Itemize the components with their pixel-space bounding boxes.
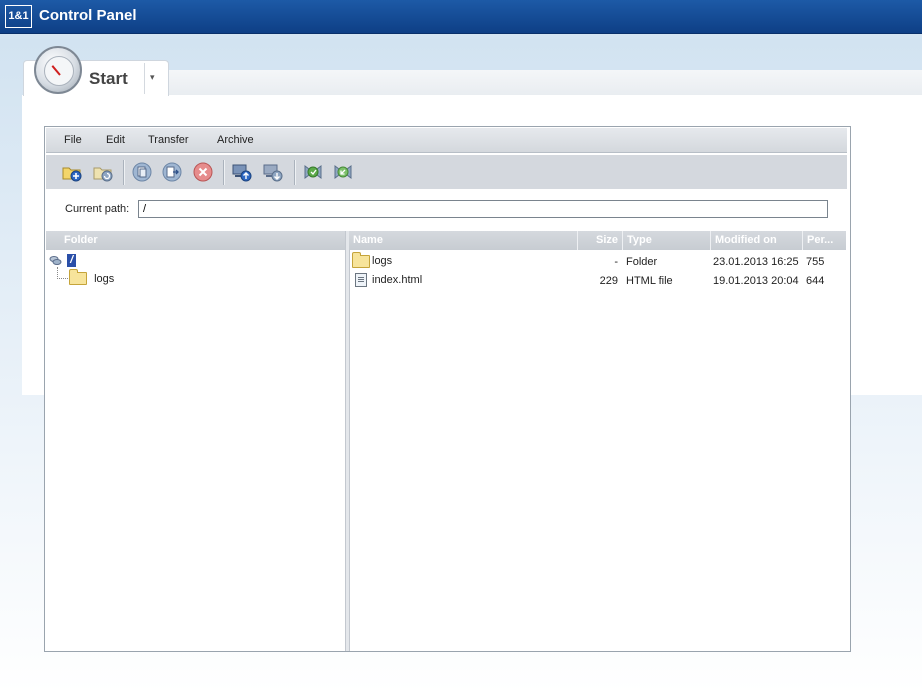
menu-file[interactable]: File (64, 134, 82, 146)
file-size: - (614, 256, 618, 268)
toolbar (46, 155, 847, 189)
tree-item-label: logs (94, 272, 115, 285)
folder-icon (69, 269, 87, 285)
toolbar-separator (123, 160, 125, 185)
file-modified: 19.01.2013 20:04 (713, 275, 799, 287)
new-folder-icon[interactable] (62, 162, 82, 182)
files-panel-header: Name Size Type Modified on Per... (349, 231, 846, 250)
copy-icon[interactable] (132, 162, 152, 182)
file-permissions: 755 (806, 256, 825, 268)
tree-root-label[interactable]: / (67, 254, 77, 267)
folder-column-header: Folder (64, 234, 98, 246)
file-row-index-html[interactable]: index.html 229 HTML file 19.01.2013 20:0… (350, 272, 845, 291)
toolbar-separator (294, 160, 296, 185)
panel-splitter[interactable] (345, 231, 350, 651)
tab-divider (144, 63, 145, 94)
menu-transfer[interactable]: Transfer (148, 134, 189, 146)
col-header-permissions[interactable]: Per... (803, 231, 846, 250)
top-bar: 1&1 Control Panel (0, 0, 922, 34)
file-type: Folder (626, 256, 658, 268)
tab-start-label[interactable]: Start (89, 69, 128, 89)
compress-icon[interactable] (333, 162, 353, 182)
speedometer-icon (34, 46, 82, 94)
folder-panel-header: Folder (46, 231, 345, 250)
col-header-type[interactable]: Type (623, 231, 711, 250)
tab-bar (167, 70, 922, 96)
server-icon (49, 255, 62, 265)
current-path-input[interactable] (138, 200, 828, 218)
delete-icon[interactable] (193, 162, 213, 182)
file-row-logs[interactable]: logs - Folder 23.01.2013 16:25 755 (350, 252, 845, 272)
menu-bar: File Edit Transfer Archive (46, 128, 847, 153)
menu-archive[interactable]: Archive (217, 134, 254, 146)
col-header-modified[interactable]: Modified on (711, 231, 803, 250)
file-permissions: 644 (806, 275, 825, 287)
file-type: HTML file (626, 275, 673, 287)
refresh-folder-icon[interactable] (93, 162, 113, 182)
toolbar-separator (223, 160, 225, 185)
col-header-name[interactable]: Name (349, 231, 578, 250)
tree-root-node[interactable]: / (49, 254, 77, 267)
folder-icon (352, 252, 370, 268)
menu-edit[interactable]: Edit (106, 134, 125, 146)
gauge-needle (51, 65, 61, 76)
tree-connector (57, 267, 68, 279)
html-file-icon (355, 273, 367, 287)
app-title: Control Panel (39, 7, 137, 24)
file-name: logs (372, 255, 393, 267)
gauge-dial (44, 56, 74, 86)
file-name: index.html (372, 274, 423, 286)
extract-icon[interactable] (303, 162, 323, 182)
download-icon[interactable] (263, 162, 283, 182)
brand-logo[interactable]: 1&1 (5, 5, 32, 28)
move-icon[interactable] (162, 162, 182, 182)
tree-item-logs[interactable]: logs (69, 269, 115, 285)
file-manager: File Edit Transfer Archive Current path:… (44, 126, 851, 652)
file-modified: 23.01.2013 16:25 (713, 256, 799, 268)
current-path-label: Current path: (65, 203, 130, 215)
file-size: 229 (599, 275, 618, 287)
upload-icon[interactable] (232, 162, 252, 182)
col-header-size[interactable]: Size (578, 231, 623, 250)
tab-dropdown-icon[interactable]: ▾ (150, 72, 155, 83)
